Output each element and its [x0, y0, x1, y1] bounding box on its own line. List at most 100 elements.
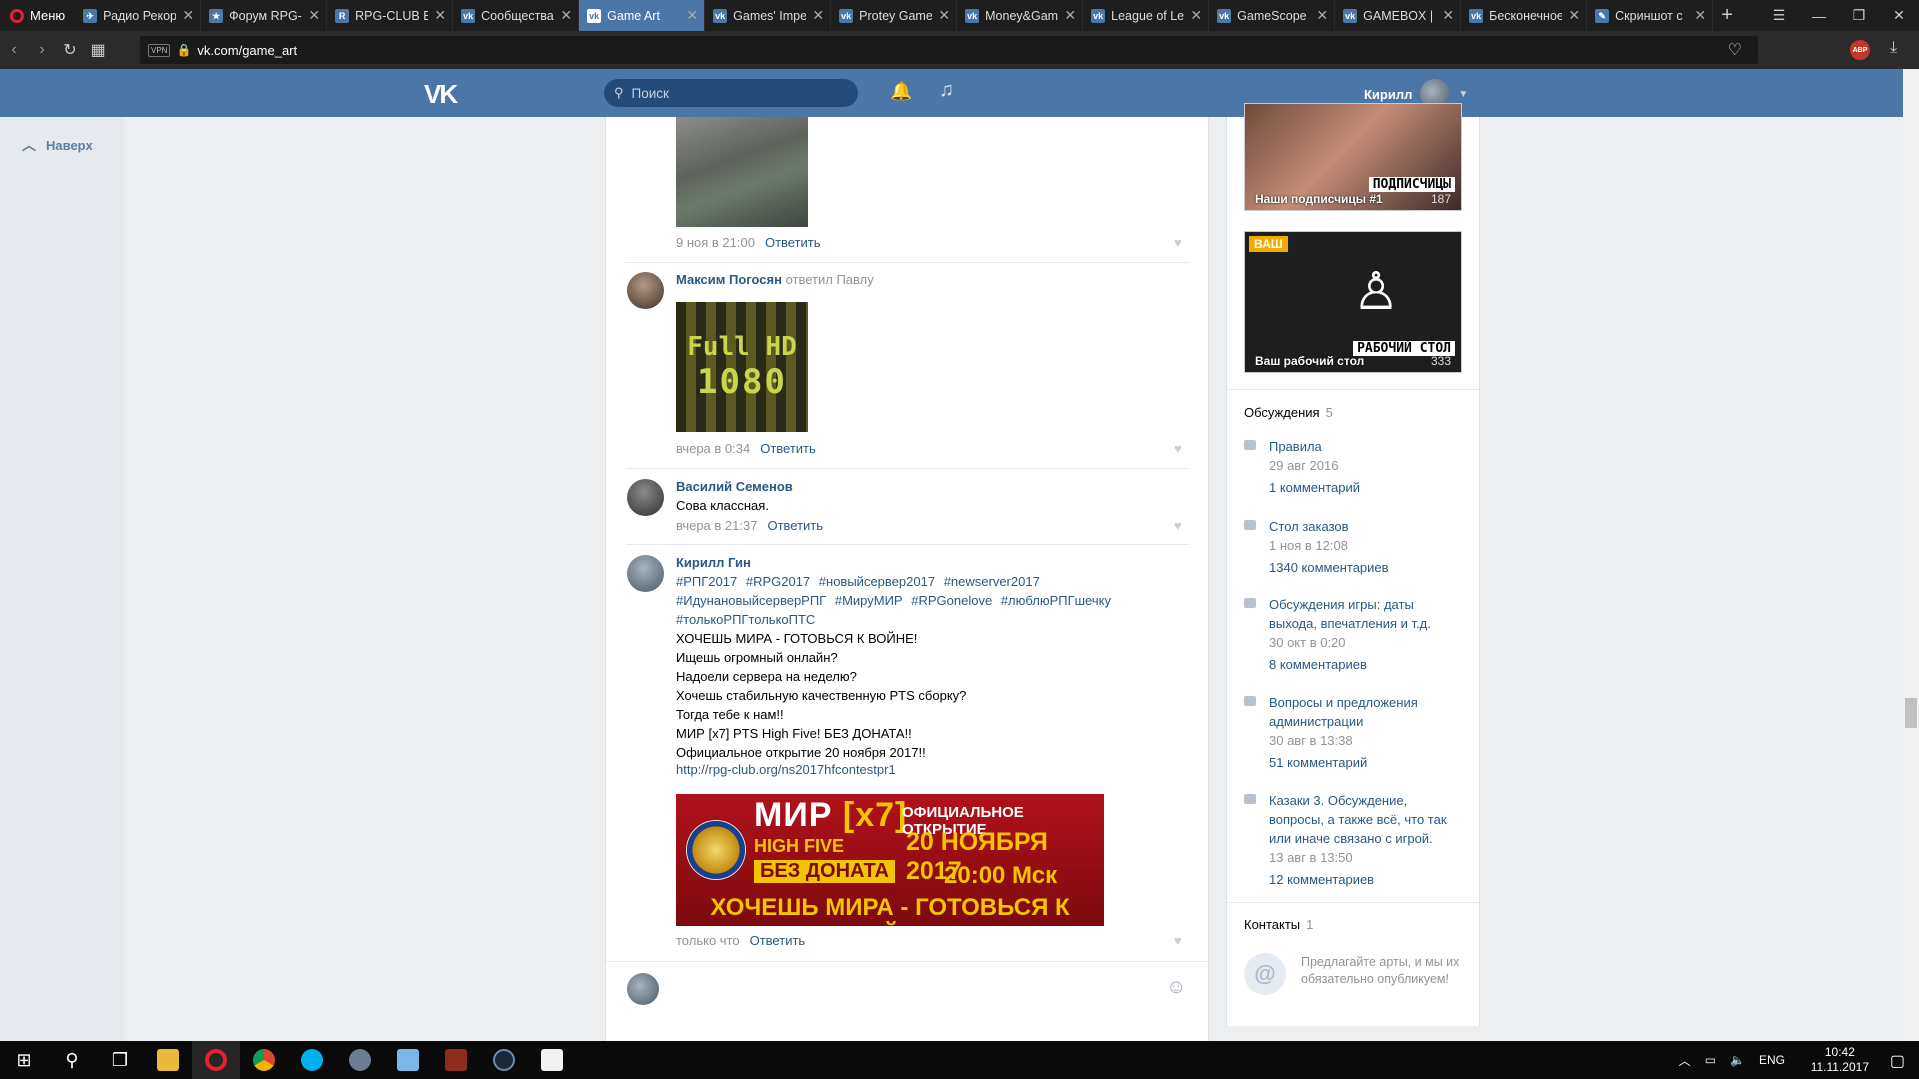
- tab-close-icon[interactable]: ✕: [308, 7, 320, 24]
- action-center-icon[interactable]: ▢: [1890, 1051, 1905, 1071]
- topic-title[interactable]: Правила: [1269, 437, 1464, 456]
- tab-close-icon[interactable]: ✕: [812, 7, 824, 24]
- tab-list-icon[interactable]: ☰: [1759, 0, 1799, 31]
- topic-title[interactable]: Казаки 3. Обсуждение, вопросы, а также в…: [1269, 791, 1464, 848]
- close-window-icon[interactable]: ✕: [1879, 0, 1919, 31]
- browser-tab[interactable]: vk Сообщества ✕: [453, 0, 580, 31]
- video-editor-icon[interactable]: [528, 1041, 576, 1079]
- browser-tab[interactable]: ★ Форум RPG-Club ✕: [201, 0, 328, 31]
- commenter-avatar[interactable]: [627, 555, 664, 592]
- commenter-avatar[interactable]: [627, 272, 664, 309]
- url-field[interactable]: VPN 🔒 vk.com/game_art ♡: [140, 36, 1758, 64]
- forward-icon[interactable]: ›: [28, 31, 56, 69]
- browser-tab[interactable]: ✈ Радио Рекорд ✕: [75, 0, 202, 31]
- browser-tab[interactable]: ✎ Скриншот с ✕: [1587, 0, 1714, 31]
- hashtag-link[interactable]: #МируМИР: [835, 593, 903, 608]
- browser-tab[interactable]: vk Money&Games ✕: [957, 0, 1084, 31]
- hashtag-link[interactable]: #люблюРПГшечку: [1001, 593, 1111, 608]
- opera-icon[interactable]: [192, 1041, 240, 1079]
- hashtag-link[interactable]: #ИдунановыйсерверРПГ: [676, 593, 826, 608]
- topic-comment-count[interactable]: 12 комментариев: [1269, 872, 1374, 887]
- hashtag-link[interactable]: #толькоРПГтолькоПТС: [676, 612, 815, 627]
- hashtag-link[interactable]: #RPGonelove: [911, 593, 992, 608]
- like-heart-icon[interactable]: ♥: [1174, 933, 1182, 948]
- chevron-up-icon[interactable]: ︿: [1679, 1052, 1691, 1069]
- opera-menu-button[interactable]: Меню: [0, 0, 75, 31]
- browser-tab[interactable]: vk Бесконечное ✕: [1461, 0, 1588, 31]
- tab-close-icon[interactable]: ✕: [1694, 7, 1706, 24]
- topic-comment-count[interactable]: 1 комментарий: [1269, 480, 1360, 495]
- volume-icon[interactable]: 🔈: [1730, 1053, 1745, 1067]
- tab-close-icon[interactable]: ✕: [560, 7, 572, 24]
- author-link[interactable]: Максим Погосян: [676, 272, 782, 287]
- back-icon[interactable]: ‹: [0, 31, 28, 69]
- browser-tab[interactable]: vk GAMEBOX | I ✕: [1335, 0, 1462, 31]
- bookmark-heart-icon[interactable]: ♡: [1728, 40, 1742, 60]
- windows-start-icon[interactable]: ⊞: [0, 1041, 48, 1079]
- music-note-icon[interactable]: ♫: [939, 79, 954, 102]
- adblock-icon[interactable]: ABP: [1850, 40, 1870, 60]
- tab-close-icon[interactable]: ✕: [938, 7, 950, 24]
- network-icon[interactable]: ▭: [1705, 1053, 1716, 1067]
- search-input[interactable]: [629, 84, 830, 102]
- browser-tab[interactable]: vk Protey Games ✕: [831, 0, 958, 31]
- browser-tab[interactable]: vk League of Legends ✕: [1083, 0, 1210, 31]
- commenter-avatar[interactable]: [627, 479, 664, 516]
- photo-album[interactable]: ПОДПИСЧИЦЫ Наши подписчицы #1 187: [1244, 103, 1462, 211]
- like-heart-icon[interactable]: ♥: [1174, 518, 1182, 533]
- promo-banner-image[interactable]: МИР [x7] HIGH FIVE БЕЗ ДОНАТА ОФИЦИАЛЬНО…: [676, 794, 1104, 926]
- tab-close-icon[interactable]: ✕: [1064, 7, 1076, 24]
- speed-dial-icon[interactable]: ▦: [84, 31, 112, 69]
- reply-link[interactable]: Ответить: [765, 235, 821, 250]
- chrome-icon[interactable]: [240, 1041, 288, 1079]
- author-link[interactable]: Кирилл Гин: [676, 555, 751, 570]
- at-sign-icon[interactable]: @: [1244, 953, 1286, 995]
- back-to-top-link[interactable]: ︿ Наверх: [22, 135, 93, 155]
- search-icon[interactable]: ⚲: [48, 1041, 96, 1079]
- clock[interactable]: 10:42 11.11.2017: [1811, 1045, 1869, 1075]
- tab-close-icon[interactable]: ✕: [1568, 7, 1580, 24]
- reply-link[interactable]: Ответить: [750, 933, 806, 948]
- tab-close-icon[interactable]: ✕: [686, 7, 698, 24]
- like-heart-icon[interactable]: ♥: [1174, 441, 1182, 456]
- hashtag-link[interactable]: #РПГ2017: [676, 574, 737, 589]
- scrollbar-thumb[interactable]: [1905, 698, 1917, 728]
- discussions-header[interactable]: Обсуждения 5: [1244, 405, 1333, 420]
- comment-time[interactable]: вчера в 0:34: [676, 441, 750, 456]
- topic-title[interactable]: Вопросы и предложения администрации: [1269, 693, 1464, 731]
- reply-link[interactable]: Ответить: [767, 518, 823, 533]
- emoji-smile-icon[interactable]: ☺: [1166, 976, 1186, 999]
- skype-icon[interactable]: [288, 1041, 336, 1079]
- comment-time[interactable]: вчера в 21:37: [676, 518, 757, 533]
- search-box[interactable]: ⚲: [604, 79, 858, 107]
- hashtag-link[interactable]: #новыйсервер2017: [819, 574, 935, 589]
- reload-icon[interactable]: ↻: [56, 31, 84, 69]
- app-icon[interactable]: [336, 1041, 384, 1079]
- comment-attached-image[interactable]: Full HD 1080: [676, 302, 808, 432]
- comment-attached-image[interactable]: [676, 117, 808, 227]
- file-explorer-icon[interactable]: [144, 1041, 192, 1079]
- download-icon[interactable]: ⤓: [1890, 39, 1897, 57]
- notifications-bell-icon[interactable]: 🔔: [890, 81, 912, 102]
- language-indicator[interactable]: ENG: [1759, 1053, 1785, 1067]
- minimize-icon[interactable]: —: [1799, 0, 1839, 31]
- topic-comment-count[interactable]: 51 комментарий: [1269, 755, 1367, 770]
- topic-comment-count[interactable]: 1340 комментариев: [1269, 560, 1389, 575]
- author-link[interactable]: Василий Семенов: [676, 479, 793, 494]
- new-tab-button[interactable]: +: [1713, 0, 1741, 31]
- reply-link[interactable]: Ответить: [760, 441, 816, 456]
- contacts-header[interactable]: Контакты 1: [1244, 917, 1313, 932]
- answered-to[interactable]: ответил Павлу: [786, 272, 874, 287]
- vpn-badge[interactable]: VPN: [148, 43, 171, 57]
- topic-title[interactable]: Стол заказов: [1269, 517, 1464, 536]
- browser-tab[interactable]: vk Games' Imperium ✕: [705, 0, 832, 31]
- topic-comment-count[interactable]: 8 комментариев: [1269, 657, 1367, 672]
- topic-title[interactable]: Обсуждения игры: даты выхода, впечатлени…: [1269, 595, 1464, 633]
- back-to-top-rail[interactable]: ︿ Наверх: [0, 117, 124, 1041]
- browser-tab[interactable]: vk GameScope ✕: [1209, 0, 1336, 31]
- hashtag-link[interactable]: #RPG2017: [746, 574, 810, 589]
- vk-logo-icon[interactable]: VK: [424, 79, 458, 110]
- tab-close-icon[interactable]: ✕: [434, 7, 446, 24]
- tab-close-icon[interactable]: ✕: [182, 7, 194, 24]
- browser-tab[interactable]: R RPG-CLUB Ev ✕: [327, 0, 454, 31]
